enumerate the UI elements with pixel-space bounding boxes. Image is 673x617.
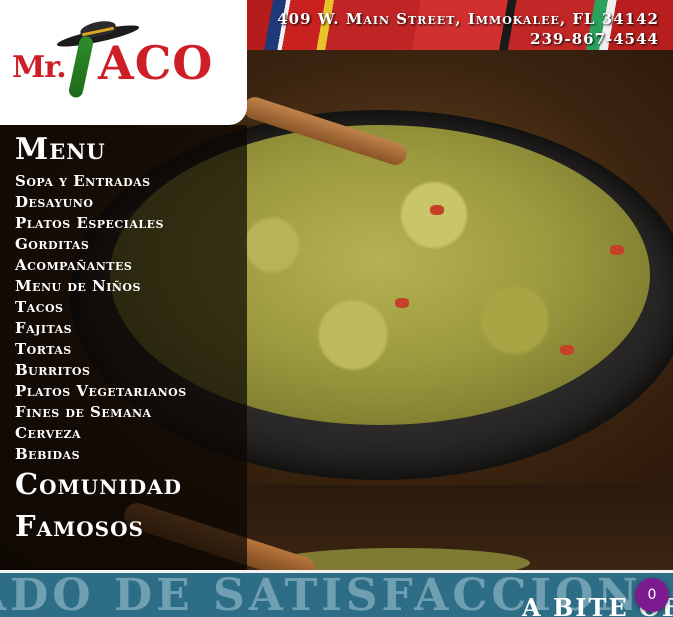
menu-item-acompanantes[interactable]: Acompañantes (15, 255, 187, 276)
mr-taco-logo[interactable]: Mr. ACO (12, 18, 232, 104)
notification-badge[interactable]: 0 (635, 578, 669, 612)
serape-header: 409 W. Main Street, Immokalee, FL 34142 … (247, 0, 673, 50)
menu-item-cerveza[interactable]: Cerveza (15, 423, 187, 444)
nav-famosos[interactable]: Famosos (15, 509, 144, 543)
menu-title[interactable]: Menu (15, 133, 106, 167)
menu-item-platos-especiales[interactable]: Platos Especiales (15, 213, 187, 234)
menu-item-desayuno[interactable]: Desayuno (15, 192, 187, 213)
menu-item-platos-vegetarianos[interactable]: Platos Vegetarianos (15, 381, 187, 402)
menu-item-sopa-y-entradas[interactable]: Sopa y Entradas (15, 171, 187, 192)
logo-card[interactable]: Mr. ACO (0, 0, 247, 125)
tomato-piece (430, 205, 444, 215)
menu-item-tortas[interactable]: Tortas (15, 339, 187, 360)
phone-text[interactable]: 239-867-4544 (277, 29, 659, 49)
logo-name: ACO (98, 36, 214, 90)
nav-comunidad[interactable]: Comunidad (15, 467, 182, 501)
tomato-piece (395, 298, 409, 308)
menu-item-bebidas[interactable]: Bebidas (15, 444, 187, 465)
logo-wordmark: Mr. ACO (12, 36, 212, 90)
tomato-piece (610, 245, 624, 255)
menu-item-tacos[interactable]: Tacos (15, 297, 187, 318)
logo-prefix: Mr. (12, 50, 67, 85)
menu-panel: Menu Sopa y Entradas Desayuno Platos Esp… (0, 125, 247, 570)
tomato-piece (560, 345, 574, 355)
contact-info: 409 W. Main Street, Immokalee, FL 34142 … (277, 9, 659, 49)
bottom-banner: ADO DE SATISFACCION A BITE OF (0, 570, 673, 617)
menu-item-fines-de-semana[interactable]: Fines de Semana (15, 402, 187, 423)
menu-list: Sopa y Entradas Desayuno Platos Especial… (15, 171, 187, 465)
address-text: 409 W. Main Street, Immokalee, FL 34142 (277, 10, 659, 28)
menu-item-burritos[interactable]: Burritos (15, 360, 187, 381)
menu-item-fajitas[interactable]: Fajitas (15, 318, 187, 339)
menu-item-gorditas[interactable]: Gorditas (15, 234, 187, 255)
menu-item-menu-de-ninos[interactable]: Menu de Niños (15, 276, 187, 297)
